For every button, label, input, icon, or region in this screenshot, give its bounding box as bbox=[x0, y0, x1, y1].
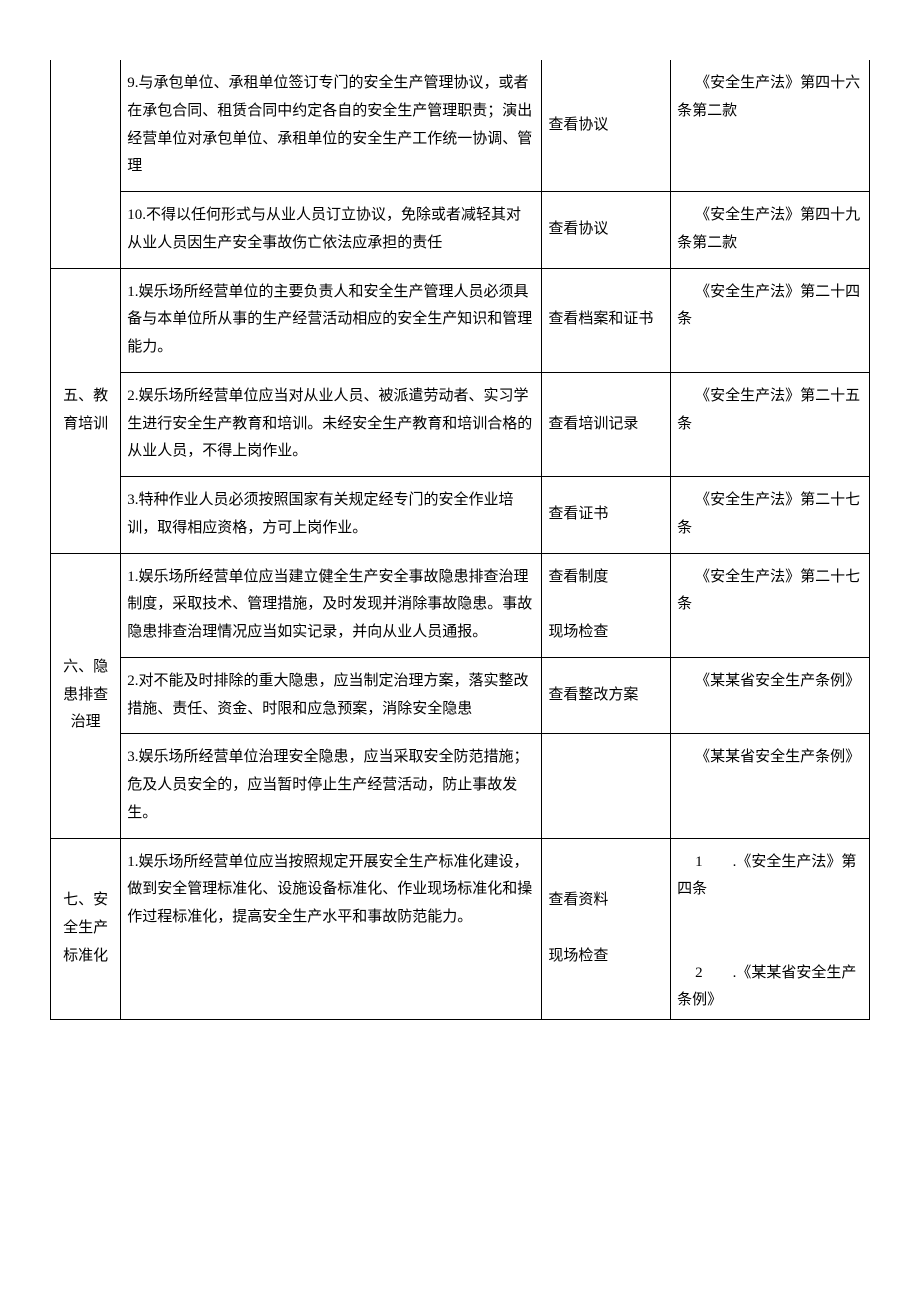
check-cell: 查看整改方案 bbox=[542, 657, 671, 734]
check-cell: 查看协议 bbox=[542, 192, 671, 269]
law-cell: 《安全生产法》第二十四条 bbox=[671, 268, 870, 372]
content-cell: 1.娱乐场所经营单位应当按照规定开展安全生产标准化建设，做到安全管理标准化、设施… bbox=[121, 838, 542, 1020]
content-cell: 3.娱乐场所经营单位治理安全隐患，应当采取安全防范措施；危及人员安全的，应当暂时… bbox=[121, 734, 542, 838]
content-cell: 10.不得以任何形式与从业人员订立协议，免除或者减轻其对从业人员因生产安全事故伤… bbox=[121, 192, 542, 269]
table-row: 9.与承包单位、承租单位签订专门的安全生产管理协议，或者在承包合同、租赁合同中约… bbox=[51, 60, 870, 192]
table-row: 2.对不能及时排除的重大隐患，应当制定治理方案，落实整改措施、责任、资金、时限和… bbox=[51, 657, 870, 734]
content-cell: 1.娱乐场所经营单位应当建立健全生产安全事故隐患排查治理制度，采取技术、管理措施… bbox=[121, 553, 542, 657]
law-cell: 《安全生产法》第二十五条 bbox=[671, 372, 870, 476]
check-cell: 查看协议 bbox=[542, 60, 671, 192]
law-cell: 《安全生产法》第四十九条第二款 bbox=[671, 192, 870, 269]
content-cell: 1.娱乐场所经营单位的主要负责人和安全生产管理人员必须具备与本单位所从事的生产经… bbox=[121, 268, 542, 372]
table-row: 10.不得以任何形式与从业人员订立协议，免除或者减轻其对从业人员因生产安全事故伤… bbox=[51, 192, 870, 269]
law-cell: 《某某省安全生产条例》 bbox=[671, 734, 870, 838]
check-cell: 查看证书 bbox=[542, 477, 671, 554]
category-cell: 五、教育培训 bbox=[51, 268, 121, 553]
check-cell bbox=[542, 734, 671, 838]
check-cell: 查看培训记录 bbox=[542, 372, 671, 476]
law-cell: 1 .《安全生产法》第四条2 .《某某省安全生产条例》 bbox=[671, 838, 870, 1020]
check-cell: 查看档案和证书 bbox=[542, 268, 671, 372]
content-cell: 9.与承包单位、承租单位签订专门的安全生产管理协议，或者在承包合同、租赁合同中约… bbox=[121, 60, 542, 192]
regulation-table: 9.与承包单位、承租单位签订专门的安全生产管理协议，或者在承包合同、租赁合同中约… bbox=[50, 60, 870, 1020]
table-row: 3.娱乐场所经营单位治理安全隐患，应当采取安全防范措施；危及人员安全的，应当暂时… bbox=[51, 734, 870, 838]
category-cell: 六、隐患排查治理 bbox=[51, 553, 121, 838]
content-cell: 2.对不能及时排除的重大隐患，应当制定治理方案，落实整改措施、责任、资金、时限和… bbox=[121, 657, 542, 734]
content-cell: 3.特种作业人员必须按照国家有关规定经专门的安全作业培训，取得相应资格，方可上岗… bbox=[121, 477, 542, 554]
table-row: 2.娱乐场所经营单位应当对从业人员、被派遣劳动者、实习学生进行安全生产教育和培训… bbox=[51, 372, 870, 476]
table-row: 五、教育培训1.娱乐场所经营单位的主要负责人和安全生产管理人员必须具备与本单位所… bbox=[51, 268, 870, 372]
table-row: 六、隐患排查治理1.娱乐场所经营单位应当建立健全生产安全事故隐患排查治理制度，采… bbox=[51, 553, 870, 657]
check-cell: 查看资料现场检查 bbox=[542, 838, 671, 1020]
check-cell: 查看制度现场检查 bbox=[542, 553, 671, 657]
content-cell: 2.娱乐场所经营单位应当对从业人员、被派遣劳动者、实习学生进行安全生产教育和培训… bbox=[121, 372, 542, 476]
law-cell: 《某某省安全生产条例》 bbox=[671, 657, 870, 734]
category-cell: 七、安全生产标准化 bbox=[51, 838, 121, 1020]
category-cell bbox=[51, 60, 121, 268]
law-cell: 《安全生产法》第四十六条第二款 bbox=[671, 60, 870, 192]
table-row: 3.特种作业人员必须按照国家有关规定经专门的安全作业培训，取得相应资格，方可上岗… bbox=[51, 477, 870, 554]
law-cell: 《安全生产法》第二十七条 bbox=[671, 553, 870, 657]
law-cell: 《安全生产法》第二十七条 bbox=[671, 477, 870, 554]
table-row: 七、安全生产标准化1.娱乐场所经营单位应当按照规定开展安全生产标准化建设，做到安… bbox=[51, 838, 870, 1020]
